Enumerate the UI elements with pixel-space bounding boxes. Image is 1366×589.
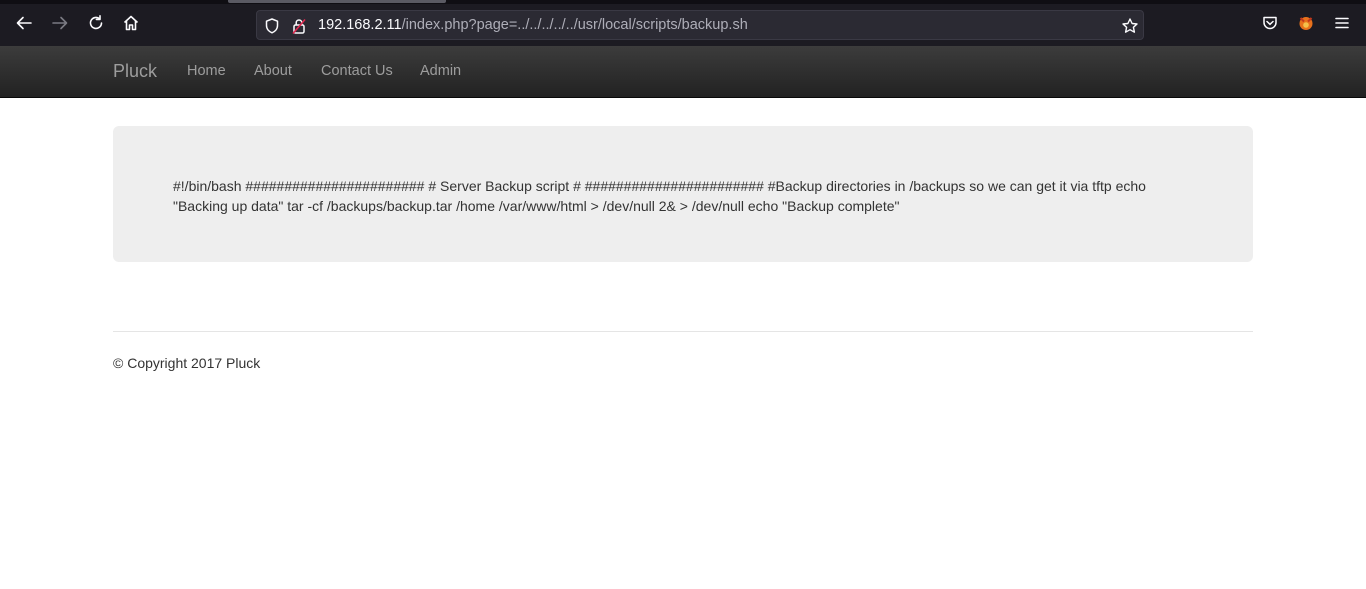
script-content: #!/bin/bash ####################### # Se… <box>173 178 1146 214</box>
hamburger-menu-icon <box>1335 17 1349 29</box>
shield-icon[interactable] <box>263 17 281 35</box>
reload-icon <box>89 15 103 30</box>
nav-contact-us[interactable]: Contact Us <box>321 63 393 79</box>
url-bar[interactable]: 192.168.2.11/index.php?page=../../../../… <box>256 10 1144 40</box>
url-host: 192.168.2.11 <box>318 17 402 33</box>
url-text[interactable]: 192.168.2.11/index.php?page=../../../../… <box>318 17 748 33</box>
extension-button[interactable] <box>1295 12 1317 34</box>
forward-button[interactable] <box>49 12 71 34</box>
nav-admin[interactable]: Admin <box>420 63 461 79</box>
nav-home[interactable]: Home <box>187 63 226 79</box>
insecure-lock-icon[interactable] <box>290 17 308 35</box>
menu-button[interactable] <box>1331 12 1353 34</box>
reload-button[interactable] <box>85 12 107 34</box>
nav-about[interactable]: About <box>254 63 292 79</box>
brand-link[interactable]: Pluck <box>113 61 157 82</box>
active-tab[interactable] <box>228 0 446 3</box>
url-path: /index.php?page=../../../../../usr/local… <box>401 17 748 33</box>
home-button[interactable] <box>120 12 142 34</box>
fox-extension-icon <box>1299 17 1313 30</box>
content-panel: #!/bin/bash ####################### # Se… <box>113 126 1253 262</box>
browser-toolbar: 192.168.2.11/index.php?page=../../../../… <box>0 0 1366 46</box>
footer-copyright: © Copyright 2017 Pluck <box>113 355 261 371</box>
footer-divider <box>113 331 1253 332</box>
arrow-right-icon <box>52 16 68 30</box>
back-button[interactable] <box>13 12 35 34</box>
tab-strip <box>0 0 1366 4</box>
home-icon <box>123 15 139 31</box>
pocket-button[interactable] <box>1259 12 1281 34</box>
star-icon[interactable] <box>1121 17 1139 35</box>
arrow-left-icon <box>16 16 32 30</box>
site-navbar: Pluck Home About Contact Us Admin <box>0 46 1366 98</box>
pocket-icon <box>1263 16 1277 30</box>
